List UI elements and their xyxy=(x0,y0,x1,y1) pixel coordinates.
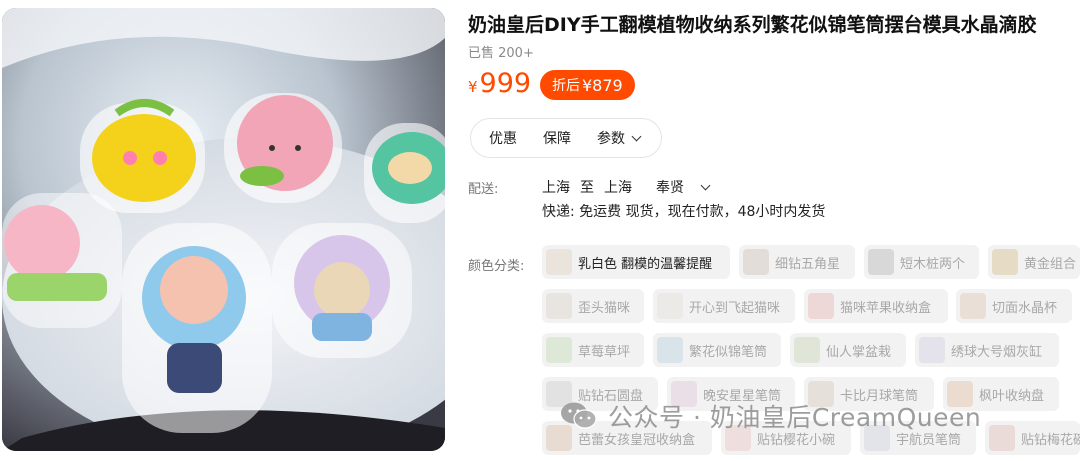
color-option[interactable]: 猫咪苹果收纳盒 xyxy=(804,289,948,323)
option-label: 短木桩两个 xyxy=(900,256,966,272)
option-label: 草莓草坪 xyxy=(578,344,631,360)
color-option[interactable]: 短木桩两个 xyxy=(864,245,979,279)
discount-price: ¥879 xyxy=(582,75,623,95)
chevron-down-icon xyxy=(700,180,711,190)
option-thumbnail xyxy=(960,293,986,319)
option-thumbnail xyxy=(546,337,572,363)
option-thumbnail xyxy=(657,293,683,319)
color-option[interactable]: 繁花似锦笔筒 xyxy=(653,333,781,367)
color-option[interactable]: 细钻五角星 xyxy=(739,245,855,279)
option-thumbnail xyxy=(794,337,820,363)
sold-count: 已售 200+ xyxy=(468,46,534,61)
tab-params[interactable]: 参数 xyxy=(597,128,642,148)
discount-badge: 折后 ¥879 xyxy=(540,70,635,100)
color-option[interactable]: 绣球大号烟灰缸 xyxy=(915,333,1059,367)
tab-label: 优惠 xyxy=(489,131,517,147)
option-thumbnail xyxy=(546,293,572,319)
option-thumbnail xyxy=(743,249,769,275)
tab-label: 保障 xyxy=(543,131,571,147)
option-label: 繁花似锦笔筒 xyxy=(689,344,768,360)
currency-symbol: ¥ xyxy=(468,78,478,96)
color-option[interactable]: 草莓草坪 xyxy=(542,333,644,367)
info-tabs: 优惠 保障 参数 xyxy=(470,118,662,158)
tab-guarantee[interactable]: 保障 xyxy=(543,128,571,148)
color-option[interactable]: 歪头猫咪 xyxy=(542,289,644,323)
color-option[interactable]: 贴钻梅花碗 xyxy=(985,421,1080,455)
option-thumbnail xyxy=(657,337,683,363)
shipping-label: 配送: xyxy=(468,182,499,197)
option-label: 乳白色 翻模的温馨提醒 xyxy=(578,256,713,272)
option-label: 绣球大号烟灰缸 xyxy=(951,344,1043,360)
option-label: 仙人掌盆栽 xyxy=(826,344,892,360)
ship-to: 上海 xyxy=(604,180,632,196)
option-label: 贴钻梅花碗 xyxy=(1021,432,1080,448)
option-label: 细钻五角星 xyxy=(775,256,841,272)
option-thumbnail xyxy=(992,249,1018,275)
option-thumbnail xyxy=(546,249,572,275)
tab-label: 参数 xyxy=(597,131,625,147)
option-label: 歪头猫咪 xyxy=(578,300,631,316)
color-option[interactable]: 黄金组合 xyxy=(988,245,1080,279)
option-thumbnail xyxy=(868,249,894,275)
option-label: 黄金组合 xyxy=(1024,256,1077,272)
watermark: 公众号 · 奶油皇后CreamQueen xyxy=(560,398,981,434)
option-label: 枫叶收纳盘 xyxy=(979,388,1045,404)
option-label: 猫咪苹果收纳盒 xyxy=(840,300,932,316)
shipping-route[interactable]: 上海 至 上海 奉贤 xyxy=(542,177,719,197)
option-thumbnail xyxy=(989,425,1015,451)
option-thumbnail xyxy=(808,293,834,319)
color-option[interactable]: 仙人掌盆栽 xyxy=(790,333,906,367)
color-option[interactable]: 开心到飞起猫咪 xyxy=(653,289,795,323)
product-image[interactable] xyxy=(2,8,445,451)
color-label: 颜色分类: xyxy=(468,259,525,274)
price-value: 999 xyxy=(479,68,532,99)
color-option[interactable]: 乳白色 翻模的温馨提醒 xyxy=(542,245,730,279)
shipping-detail: 快递: 免运费 现货，现在付款，48小时内发货 xyxy=(542,204,826,220)
watermark-text: 公众号 · 奶油皇后CreamQueen xyxy=(608,403,982,432)
tab-promotions[interactable]: 优惠 xyxy=(489,128,517,148)
ship-to-word: 至 xyxy=(580,180,594,196)
option-thumbnail xyxy=(919,337,945,363)
price: ¥ 999 xyxy=(468,68,531,99)
option-label: 切面水晶杯 xyxy=(992,300,1058,316)
discount-label: 折后 xyxy=(552,78,580,94)
color-option[interactable]: 切面水晶杯 xyxy=(956,289,1072,323)
chevron-down-icon xyxy=(631,131,642,141)
ship-from: 上海 xyxy=(542,180,570,196)
wechat-icon xyxy=(560,401,598,431)
option-label: 开心到飞起猫咪 xyxy=(689,300,781,316)
ship-district: 奉贤 xyxy=(656,180,684,196)
product-title: 奶油皇后DIY手工翻模植物收纳系列繁花似锦笔筒摆台模具水晶滴胶 xyxy=(468,14,1037,36)
